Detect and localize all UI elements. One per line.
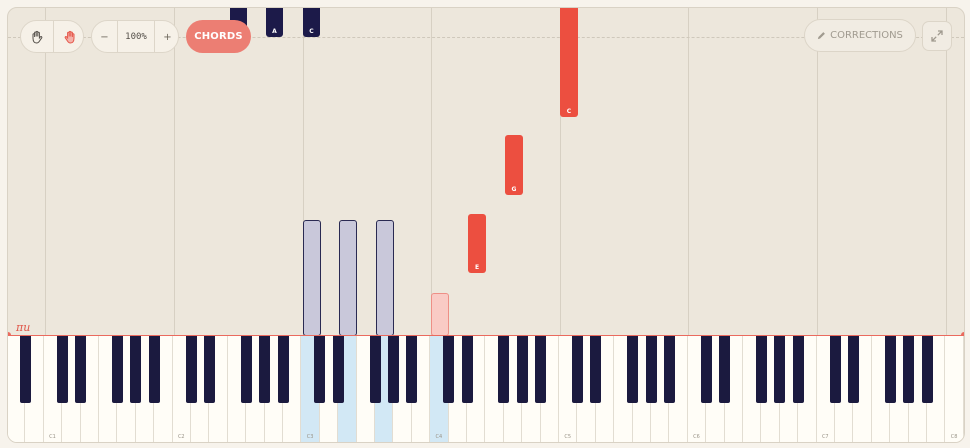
- black-key[interactable]: [829, 336, 841, 403]
- black-key[interactable]: [56, 336, 68, 403]
- black-key[interactable]: [774, 336, 786, 403]
- black-key[interactable]: [185, 336, 197, 403]
- hand-icon: [32, 30, 43, 44]
- pencil-icon: [817, 32, 826, 40]
- note-label: C: [309, 28, 314, 35]
- black-key[interactable]: [755, 336, 767, 403]
- black-key[interactable]: [369, 336, 381, 403]
- black-key[interactable]: [387, 336, 399, 403]
- zoom-in-button[interactable]: +: [155, 21, 180, 53]
- black-key[interactable]: [130, 336, 142, 403]
- black-key[interactable]: [903, 336, 915, 403]
- octave-line: [817, 8, 818, 336]
- black-key[interactable]: [277, 336, 289, 403]
- falling-note-a[interactable]: A: [266, 8, 283, 37]
- octave-label: C2: [177, 434, 185, 440]
- note-label: G: [511, 186, 517, 193]
- black-key[interactable]: [406, 336, 418, 403]
- black-key[interactable]: [847, 336, 859, 403]
- octave-label: C1: [49, 434, 56, 440]
- chord-note-e3[interactable]: [339, 220, 357, 336]
- chord-note-g3[interactable]: [376, 220, 394, 336]
- octave-label: C3: [306, 434, 314, 440]
- hand-icon: [64, 30, 74, 44]
- black-key[interactable]: [645, 336, 657, 403]
- note-label: A: [272, 28, 277, 35]
- black-key[interactable]: [516, 336, 528, 403]
- black-key[interactable]: [571, 336, 583, 403]
- black-key[interactable]: [111, 336, 123, 403]
- right-hand-button[interactable]: [54, 21, 85, 53]
- octave-label: C8: [950, 434, 958, 440]
- black-key[interactable]: [700, 336, 712, 403]
- zoom-out-button[interactable]: −: [92, 21, 117, 53]
- hand-toggle-group: [20, 20, 84, 53]
- falling-note-c-high[interactable]: C: [560, 8, 578, 117]
- octave-line: [431, 8, 432, 336]
- expand-icon: [931, 30, 943, 42]
- chord-note-c3[interactable]: [303, 220, 321, 336]
- falling-note-g[interactable]: G: [505, 135, 523, 195]
- black-key[interactable]: [921, 336, 933, 403]
- black-key[interactable]: [535, 336, 547, 403]
- black-key[interactable]: [590, 336, 602, 403]
- zoom-level: 100%: [125, 32, 147, 42]
- octave-line: [174, 8, 175, 336]
- black-key[interactable]: [314, 336, 326, 403]
- octave-line: [45, 8, 46, 336]
- chords-button[interactable]: CHORDS: [186, 20, 251, 53]
- expand-button[interactable]: [922, 21, 952, 51]
- piano-keyboard[interactable]: C1 C2 C3 C4 C5 C6 C7 C8: [8, 336, 964, 442]
- corrections-label: CORRECTIONS: [830, 30, 903, 41]
- black-key[interactable]: [240, 336, 252, 403]
- zoom-control: − 100% +: [91, 20, 179, 53]
- black-key[interactable]: [259, 336, 271, 403]
- piano-roll-container: A C C G E πu C1 C2 C3 C4 C5 C6 C7 C8: [7, 7, 965, 443]
- corrections-button[interactable]: CORRECTIONS: [804, 19, 916, 52]
- black-key[interactable]: [19, 336, 31, 403]
- octave-label: C5: [564, 434, 572, 440]
- black-key[interactable]: [792, 336, 804, 403]
- octave-line: [946, 8, 947, 336]
- falling-note-c[interactable]: C: [303, 8, 320, 37]
- octave-label: C7: [821, 434, 829, 440]
- note-label: E: [474, 264, 480, 271]
- black-key[interactable]: [627, 336, 639, 403]
- hit-line-label: πu: [16, 321, 31, 334]
- octave-line: [688, 8, 689, 336]
- black-key[interactable]: [663, 336, 675, 403]
- note-roll: A C C G E πu: [8, 8, 964, 338]
- black-key[interactable]: [332, 336, 344, 403]
- falling-note-c4[interactable]: [431, 293, 449, 336]
- black-key[interactable]: [461, 336, 473, 403]
- falling-note-e[interactable]: E: [468, 214, 486, 273]
- black-key[interactable]: [498, 336, 510, 403]
- black-key[interactable]: [443, 336, 455, 403]
- octave-label: C4: [435, 434, 443, 440]
- black-key[interactable]: [203, 336, 215, 403]
- left-hand-button[interactable]: [21, 21, 53, 53]
- black-key[interactable]: [884, 336, 896, 403]
- black-key[interactable]: [719, 336, 731, 403]
- black-key[interactable]: [75, 336, 87, 403]
- octave-label: C6: [693, 434, 700, 440]
- note-label: C: [566, 108, 572, 115]
- black-key[interactable]: [148, 336, 160, 403]
- white-key[interactable]: C8: [945, 336, 964, 442]
